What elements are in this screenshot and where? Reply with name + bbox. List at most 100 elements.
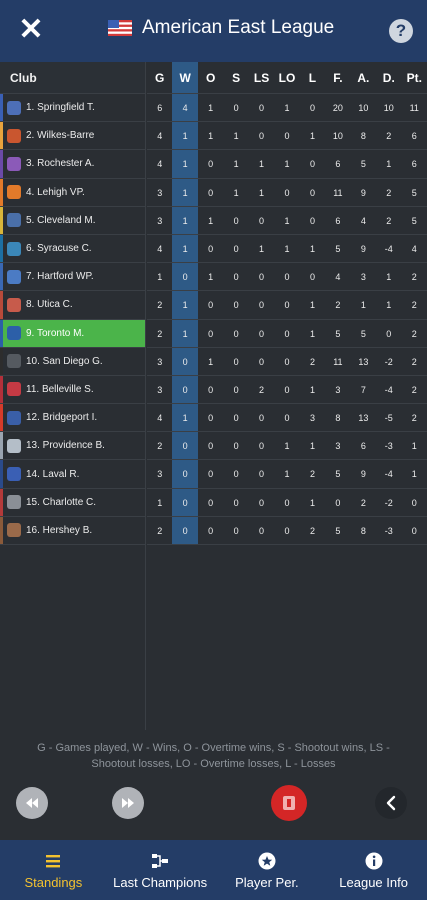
club-name: 3. Rochester A.: [26, 158, 95, 170]
stat-cell: 0: [172, 460, 198, 489]
stat-cell: 13: [350, 348, 377, 376]
stat-cell: 1: [299, 489, 326, 517]
us-flag-icon: [108, 20, 132, 36]
stat-cell: 0: [376, 320, 402, 348]
back-button[interactable]: [375, 787, 407, 819]
stat-cell: 0: [197, 376, 224, 405]
nav-item-last-champions[interactable]: Last Champions: [107, 840, 214, 900]
club-name: 8. Utica C.: [26, 299, 73, 311]
fast-forward-button[interactable]: [112, 787, 144, 819]
table-row[interactable]: 9. Toronto M.: [0, 319, 145, 348]
table-row[interactable]: 13. Providence B.: [0, 432, 145, 461]
team-logo-icon: [7, 438, 21, 453]
club-name: 7. Hartford WP.: [26, 271, 94, 283]
table-row[interactable]: 8. Utica C.: [0, 291, 145, 320]
stat-cell: 1: [147, 263, 173, 292]
stat-cell: 0: [197, 320, 224, 348]
stat-cell: 2: [401, 320, 427, 348]
nav-item-label: League Info: [339, 874, 408, 890]
stat-cell: 0: [248, 291, 275, 320]
play-button[interactable]: [271, 785, 307, 821]
table-row[interactable]: 2. Wilkes-Barre: [0, 122, 145, 151]
stat-cell: 2: [401, 376, 427, 405]
table-row[interactable]: 10. San Diego G.: [0, 347, 145, 376]
page-title: American East League: [142, 17, 335, 38]
stat-cell: 1: [147, 489, 173, 517]
stat-column: Pt. 11 6 6 5 5 4 2 2 2 2 2 2 1 1 0 0: [401, 62, 427, 545]
stat-cell: -4: [376, 460, 402, 489]
stat-cell: 4: [147, 122, 173, 151]
table-row[interactable]: 16. Hershey B.: [0, 516, 145, 545]
stat-cell: 4: [172, 94, 198, 123]
nav-item-player-per[interactable]: Player Per.: [214, 840, 321, 900]
nav-item-label: Player Per.: [235, 874, 299, 890]
stat-cell: 3: [147, 207, 173, 235]
stat-cell: 11: [401, 94, 427, 123]
stat-cell: 1: [248, 179, 275, 207]
stat-column-header[interactable]: L: [299, 62, 326, 94]
stat-column-header[interactable]: A.: [350, 62, 377, 94]
table-row[interactable]: 15. Charlotte C.: [0, 488, 145, 517]
team-logo-icon: [7, 354, 21, 369]
table-row[interactable]: 14. Laval R.: [0, 460, 145, 489]
stat-cell: 6: [401, 150, 427, 179]
table-row[interactable]: 4. Lehigh VP.: [0, 178, 145, 207]
stat-column-header[interactable]: O: [197, 62, 224, 94]
team-color-stripe: [0, 432, 3, 460]
stat-cell: 2: [147, 320, 173, 348]
stat-column-header[interactable]: LO: [274, 62, 300, 94]
club-column-header[interactable]: Club: [0, 62, 145, 94]
table-row[interactable]: 6. Syracuse C.: [0, 234, 145, 264]
stat-cell: 1: [197, 348, 224, 376]
nav-item-standings[interactable]: Standings: [0, 840, 107, 900]
stat-cell: 2: [350, 489, 377, 517]
stat-cell: 6: [350, 432, 377, 461]
stat-cell: 4: [147, 404, 173, 433]
list-icon: [43, 851, 63, 871]
stat-cell: 0: [223, 291, 249, 320]
stat-cell: 0: [274, 263, 300, 292]
table-row[interactable]: 3. Rochester A.: [0, 150, 145, 179]
stat-cell: 2: [401, 404, 427, 433]
stat-cell: 0: [299, 150, 326, 179]
stat-cell: 2: [401, 263, 427, 292]
stat-column-header[interactable]: F.: [325, 62, 351, 94]
stat-column-header[interactable]: W: [172, 62, 198, 94]
table-row[interactable]: 5. Cleveland M.: [0, 206, 145, 235]
stat-cell: 0: [172, 489, 198, 517]
stat-cell: 0: [248, 517, 275, 545]
info-icon: [364, 851, 384, 871]
table-row[interactable]: 1. Springfield T.: [0, 94, 145, 123]
rewind-button[interactable]: [16, 787, 48, 819]
stat-cell: 2: [147, 517, 173, 545]
stat-column-header[interactable]: S: [223, 62, 249, 94]
stat-column-header[interactable]: Pt.: [401, 62, 427, 94]
stat-cell: 1: [248, 235, 275, 264]
stat-cell: 1: [248, 150, 275, 179]
stat-cell: 1: [299, 320, 326, 348]
stat-column-header[interactable]: D.: [376, 62, 402, 94]
table-row[interactable]: 12. Bridgeport I.: [0, 404, 145, 433]
stat-column-header[interactable]: G: [147, 62, 173, 94]
close-button[interactable]: ✕: [18, 15, 44, 45]
stat-cell: 6: [401, 122, 427, 151]
stat-column-header[interactable]: LS: [248, 62, 275, 94]
table-row[interactable]: 11. Belleville S.: [0, 375, 145, 405]
club-name: 11. Belleville S.: [26, 383, 94, 395]
stat-cell: 3: [299, 404, 326, 433]
stat-cell: 3: [325, 376, 351, 405]
stat-cell: 0: [248, 263, 275, 292]
team-color-stripe: [0, 178, 3, 206]
stat-cell: 0: [223, 94, 249, 123]
stat-cell: 1: [274, 432, 300, 461]
stat-cell: 6: [325, 150, 351, 179]
table-row[interactable]: 7. Hartford WP.: [0, 263, 145, 292]
team-color-stripe: [0, 263, 3, 291]
help-icon[interactable]: ?: [389, 19, 413, 43]
stat-cell: 0: [197, 517, 224, 545]
stat-cell: 13: [350, 404, 377, 433]
nav-item-league-info[interactable]: League Info: [320, 840, 427, 900]
team-color-stripe: [0, 122, 3, 150]
app-header: ✕ American East League ?: [0, 0, 427, 62]
stat-cell: 3: [147, 179, 173, 207]
